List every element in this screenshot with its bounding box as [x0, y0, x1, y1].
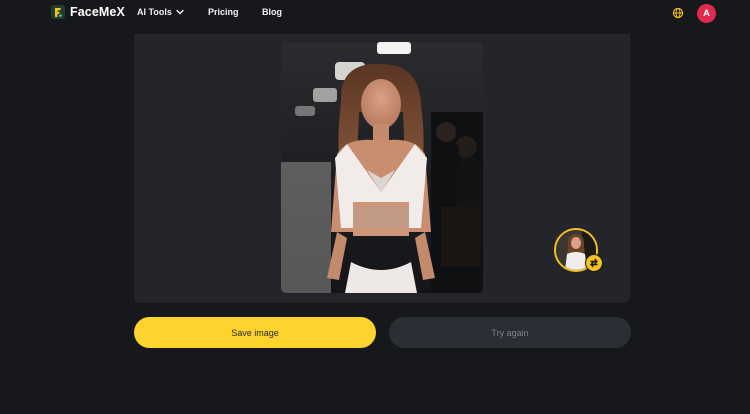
facemex-logo-icon [51, 5, 65, 19]
brand-logo[interactable]: FaceMeX [51, 5, 125, 19]
try-again-button[interactable]: Try again [389, 317, 631, 348]
chevron-down-icon [176, 9, 184, 15]
globe-icon[interactable] [672, 7, 684, 19]
generated-result-image [281, 42, 483, 293]
nav-ai-tools-dropdown[interactable]: AI Tools [137, 7, 184, 17]
brand-name: FaceMeX [70, 5, 125, 19]
nav-pricing-link[interactable]: Pricing [208, 7, 239, 17]
user-avatar[interactable]: A [697, 4, 716, 23]
nav-ai-tools-label: AI Tools [137, 7, 172, 17]
top-navigation-bar: FaceMeX AI Tools Pricing Blog A [0, 0, 750, 26]
nav-blog-link[interactable]: Blog [262, 7, 282, 17]
source-face-thumbnail[interactable] [554, 228, 603, 272]
swap-arrows-icon[interactable] [585, 254, 603, 272]
save-image-button[interactable]: Save image [134, 317, 376, 348]
